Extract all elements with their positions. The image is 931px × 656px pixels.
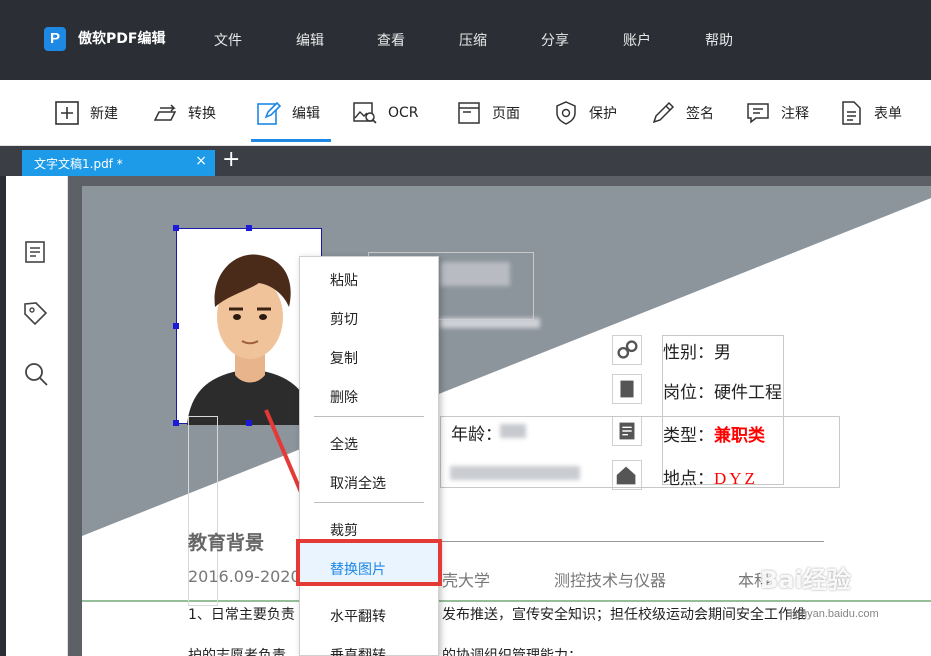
position-icon <box>612 374 642 404</box>
comment-icon <box>747 103 769 124</box>
menu-share[interactable]: 分享 <box>541 30 569 50</box>
resize-handle[interactable] <box>173 323 179 329</box>
menu-item-crop[interactable]: 裁剪 <box>330 520 358 540</box>
position-text: 岗位：硬件工程 <box>663 378 782 403</box>
app-logo-icon: P <box>44 27 66 51</box>
menu-item-select-all[interactable]: 全选 <box>330 434 358 454</box>
experience-line-2-end: 的协调组织管理能力； <box>442 648 582 656</box>
experience-line-1-start: 1、日常主要负责 <box>188 607 295 623</box>
sidebar-edge <box>0 176 6 656</box>
tool-new-label: 新建 <box>90 106 118 122</box>
main-toolbar: 新建 转换 编辑 OCR 页面 保护 签名 注释 表单 <box>0 80 931 146</box>
menu-item-delete[interactable]: 删除 <box>330 387 358 407</box>
menu-item-flip-vertical[interactable]: 垂直翻转 <box>330 645 386 656</box>
convert-icon <box>153 104 177 121</box>
resize-handle[interactable] <box>173 225 179 231</box>
blurred-email <box>450 466 580 480</box>
blurred-age <box>500 424 526 438</box>
tool-form-label: 表单 <box>874 106 902 122</box>
tool-sign-label: 签名 <box>686 106 714 122</box>
blurred-name <box>440 262 510 286</box>
blurred-subtitle <box>440 318 540 328</box>
edu-school: 壳大学 <box>442 571 491 590</box>
tool-page-button[interactable]: 页面 <box>456 98 520 128</box>
edu-date: 2016.09-2020 <box>188 567 301 586</box>
menu-item-deselect-all[interactable]: 取消全选 <box>330 473 386 493</box>
menu-item-copy[interactable]: 复制 <box>330 348 358 368</box>
app-title: 傲软PDF编辑 <box>78 31 166 47</box>
ocr-image-search-icon <box>353 102 377 124</box>
shield-icon <box>556 101 576 125</box>
menu-separator <box>314 502 424 503</box>
menu-item-flip-horizontal[interactable]: 水平翻转 <box>330 606 386 626</box>
menu-account[interactable]: 账户 <box>623 30 651 50</box>
menu-view[interactable]: 查看 <box>377 30 405 50</box>
tool-protect-label: 保护 <box>589 106 617 122</box>
title-menu-bar: P 傲软PDF编辑 文件 编辑 查看 压缩 分享 账户 帮助 <box>0 0 931 80</box>
page-icon <box>458 102 480 124</box>
menu-edit[interactable]: 编辑 <box>296 30 324 50</box>
pen-sign-icon <box>652 101 675 124</box>
tab-close-icon[interactable]: × <box>195 153 207 169</box>
active-tool-indicator <box>251 139 331 142</box>
bookmark-tag-icon[interactable] <box>22 300 50 328</box>
tool-ocr-label: OCR <box>388 105 419 121</box>
tool-page-label: 页面 <box>492 106 520 122</box>
tool-comment-label: 注释 <box>781 106 809 122</box>
plus-box-icon <box>55 101 79 125</box>
edit-pen-icon <box>257 101 282 125</box>
menu-help[interactable]: 帮助 <box>705 30 733 50</box>
age-label: 年龄： <box>451 425 502 445</box>
menu-file[interactable]: 文件 <box>214 30 242 50</box>
position-label: 岗位： <box>663 383 714 403</box>
resize-handle[interactable] <box>246 420 252 426</box>
resize-handle[interactable] <box>173 420 179 426</box>
resize-handle[interactable] <box>246 225 252 231</box>
gender-icon <box>612 335 642 365</box>
section-title-education: 教育背景 <box>188 532 265 554</box>
highlight-frame <box>296 539 442 586</box>
watermark-logo: Bai经验 <box>760 566 851 594</box>
new-tab-button[interactable]: + <box>222 147 240 172</box>
experience-line-2-start: 护的志愿者负责 <box>188 648 286 656</box>
edu-major: 测控技术与仪器 <box>554 571 667 590</box>
tool-edit-label: 编辑 <box>292 106 320 122</box>
thumbnail-icon[interactable] <box>22 238 50 266</box>
tool-comment-button[interactable]: 注释 <box>745 98 809 128</box>
menu-compress[interactable]: 压缩 <box>459 30 487 50</box>
position-value: 硬件工程 <box>714 383 782 403</box>
tool-form-button[interactable]: 表单 <box>838 98 902 128</box>
gender-text: 性别：男 <box>663 343 731 363</box>
search-icon[interactable] <box>22 360 50 388</box>
context-menu: 粘贴 剪切 复制 删除 全选 取消全选 裁剪 替换图片 水平翻转 垂直翻转 <box>299 256 440 656</box>
menu-item-cut[interactable]: 剪切 <box>330 309 358 329</box>
tool-ocr-button[interactable]: OCR <box>352 98 419 128</box>
experience-line-1-end: 发布推送，宣传安全知识；担任校级运动会期间安全工作维 <box>442 607 806 623</box>
section-divider <box>440 541 824 542</box>
document-tab-label: 文字文稿1.pdf * <box>34 157 123 171</box>
tool-new-button[interactable]: 新建 <box>54 98 118 128</box>
document-tab[interactable]: 文字文稿1.pdf * × <box>22 150 215 176</box>
document-tab-strip: 文字文稿1.pdf * × + <box>0 146 931 176</box>
menu-item-paste[interactable]: 粘贴 <box>330 270 358 290</box>
tool-edit-button[interactable]: 编辑 <box>256 98 320 128</box>
tool-convert-button[interactable]: 转换 <box>152 98 216 128</box>
watermark-url: jingyan.baidu.com <box>790 608 879 620</box>
tool-sign-button[interactable]: 签名 <box>650 98 714 128</box>
tool-convert-label: 转换 <box>188 106 216 122</box>
tool-protect-button[interactable]: 保护 <box>553 98 617 128</box>
menu-separator <box>314 416 424 417</box>
form-icon <box>842 101 861 125</box>
